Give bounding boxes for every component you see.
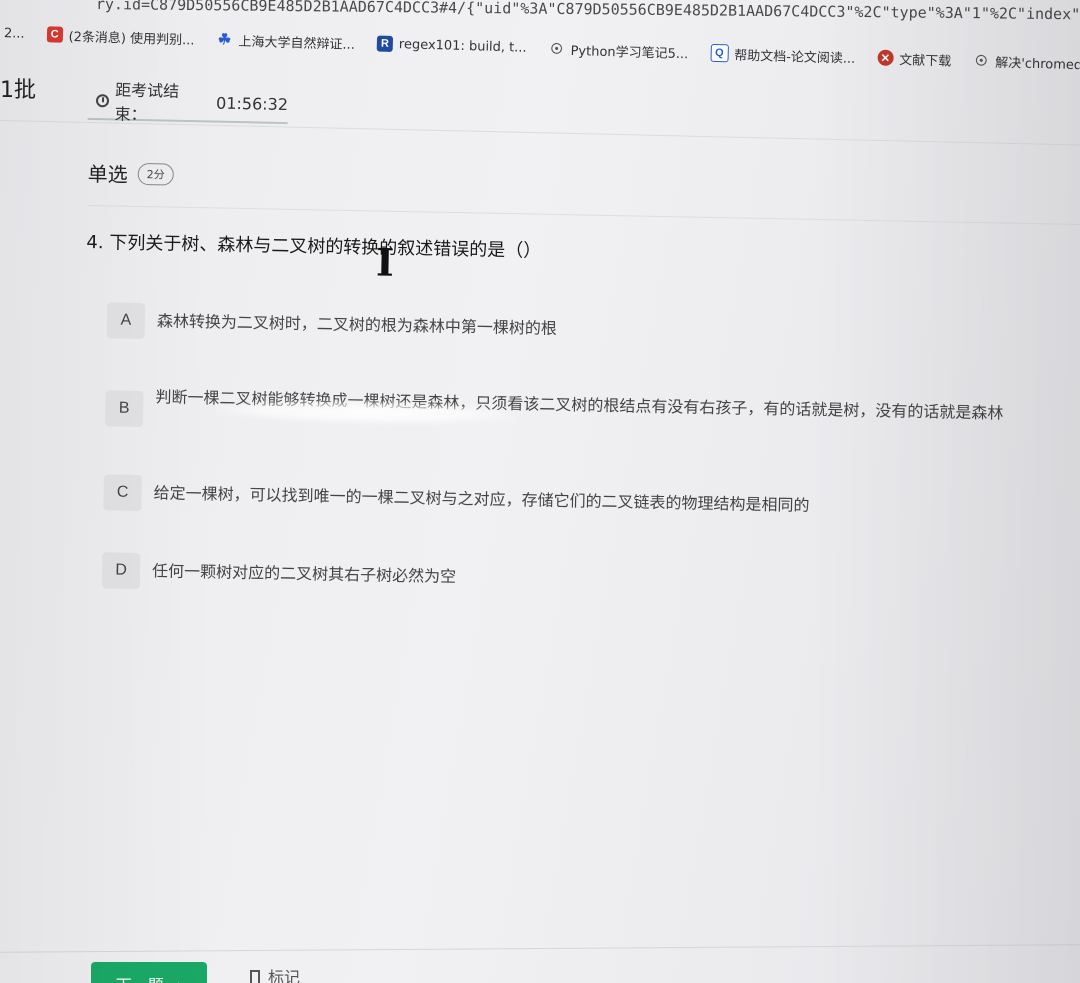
score-badge: 2分 bbox=[137, 162, 174, 186]
option-text: 判断一棵二叉树能够转换成一棵树还是森林，只须看该二叉树的根结点有没有右孩子，有的… bbox=[155, 387, 1004, 423]
option-letter: B bbox=[104, 390, 144, 428]
option-d[interactable]: D 任何一颗树对应的二叉树其右子树必然为空 bbox=[101, 552, 1053, 606]
question-stem: 下列关于树、森林与二叉树的转换的叙述错误的是（） bbox=[109, 232, 542, 262]
option-letter: A bbox=[106, 302, 146, 340]
screen: ry.id=C879D50556CB9E485D2B1AAD67C4DCC3#4… bbox=[0, 0, 1080, 983]
question-type-label: 单选 bbox=[87, 161, 128, 187]
question-divider bbox=[87, 204, 1080, 226]
option-text: 给定一棵树，可以找到唯一的一棵二叉树与之对应，存储它们的二叉链表的物理结构是相同… bbox=[153, 483, 810, 515]
question-text: 4. 下列关于树、森林与二叉树的转换的叙述错误的是（） bbox=[86, 228, 541, 263]
question-type: 单选 2分 bbox=[87, 158, 174, 189]
mark-button[interactable]: 标记 bbox=[250, 964, 300, 983]
question-number: 4. bbox=[86, 231, 104, 254]
option-a[interactable]: A 森林转换为二叉树时，二叉树的根为森林中第一棵树的根 bbox=[106, 302, 1058, 356]
flag-icon bbox=[250, 969, 260, 983]
mark-label: 标记 bbox=[268, 968, 301, 983]
option-c[interactable]: C 给定一棵树，可以找到唯一的一棵二叉树与之对应，存储它们的二叉链表的物理结构是… bbox=[103, 474, 1054, 528]
option-text: 森林转换为二叉树时，二叉树的根为森林中第一棵树的根 bbox=[156, 311, 558, 338]
question-panel: 单选 2分 4. 下列关于树、森林与二叉树的转换的叙述错误的是（） A 森林转换… bbox=[0, 0, 1080, 983]
option-letter: D bbox=[101, 552, 141, 590]
text-cursor-icon: I bbox=[375, 239, 395, 285]
next-question-button[interactable]: 下一题 → bbox=[91, 962, 207, 983]
option-letter: C bbox=[103, 474, 142, 512]
option-text: 任何一颗树对应的二叉树其右子树必然为空 bbox=[151, 561, 457, 587]
option-b[interactable]: B 判断一棵二叉树能够转换成一棵树还是森林，只须看该二叉树的根结点有没有右孩子，… bbox=[104, 384, 1056, 444]
